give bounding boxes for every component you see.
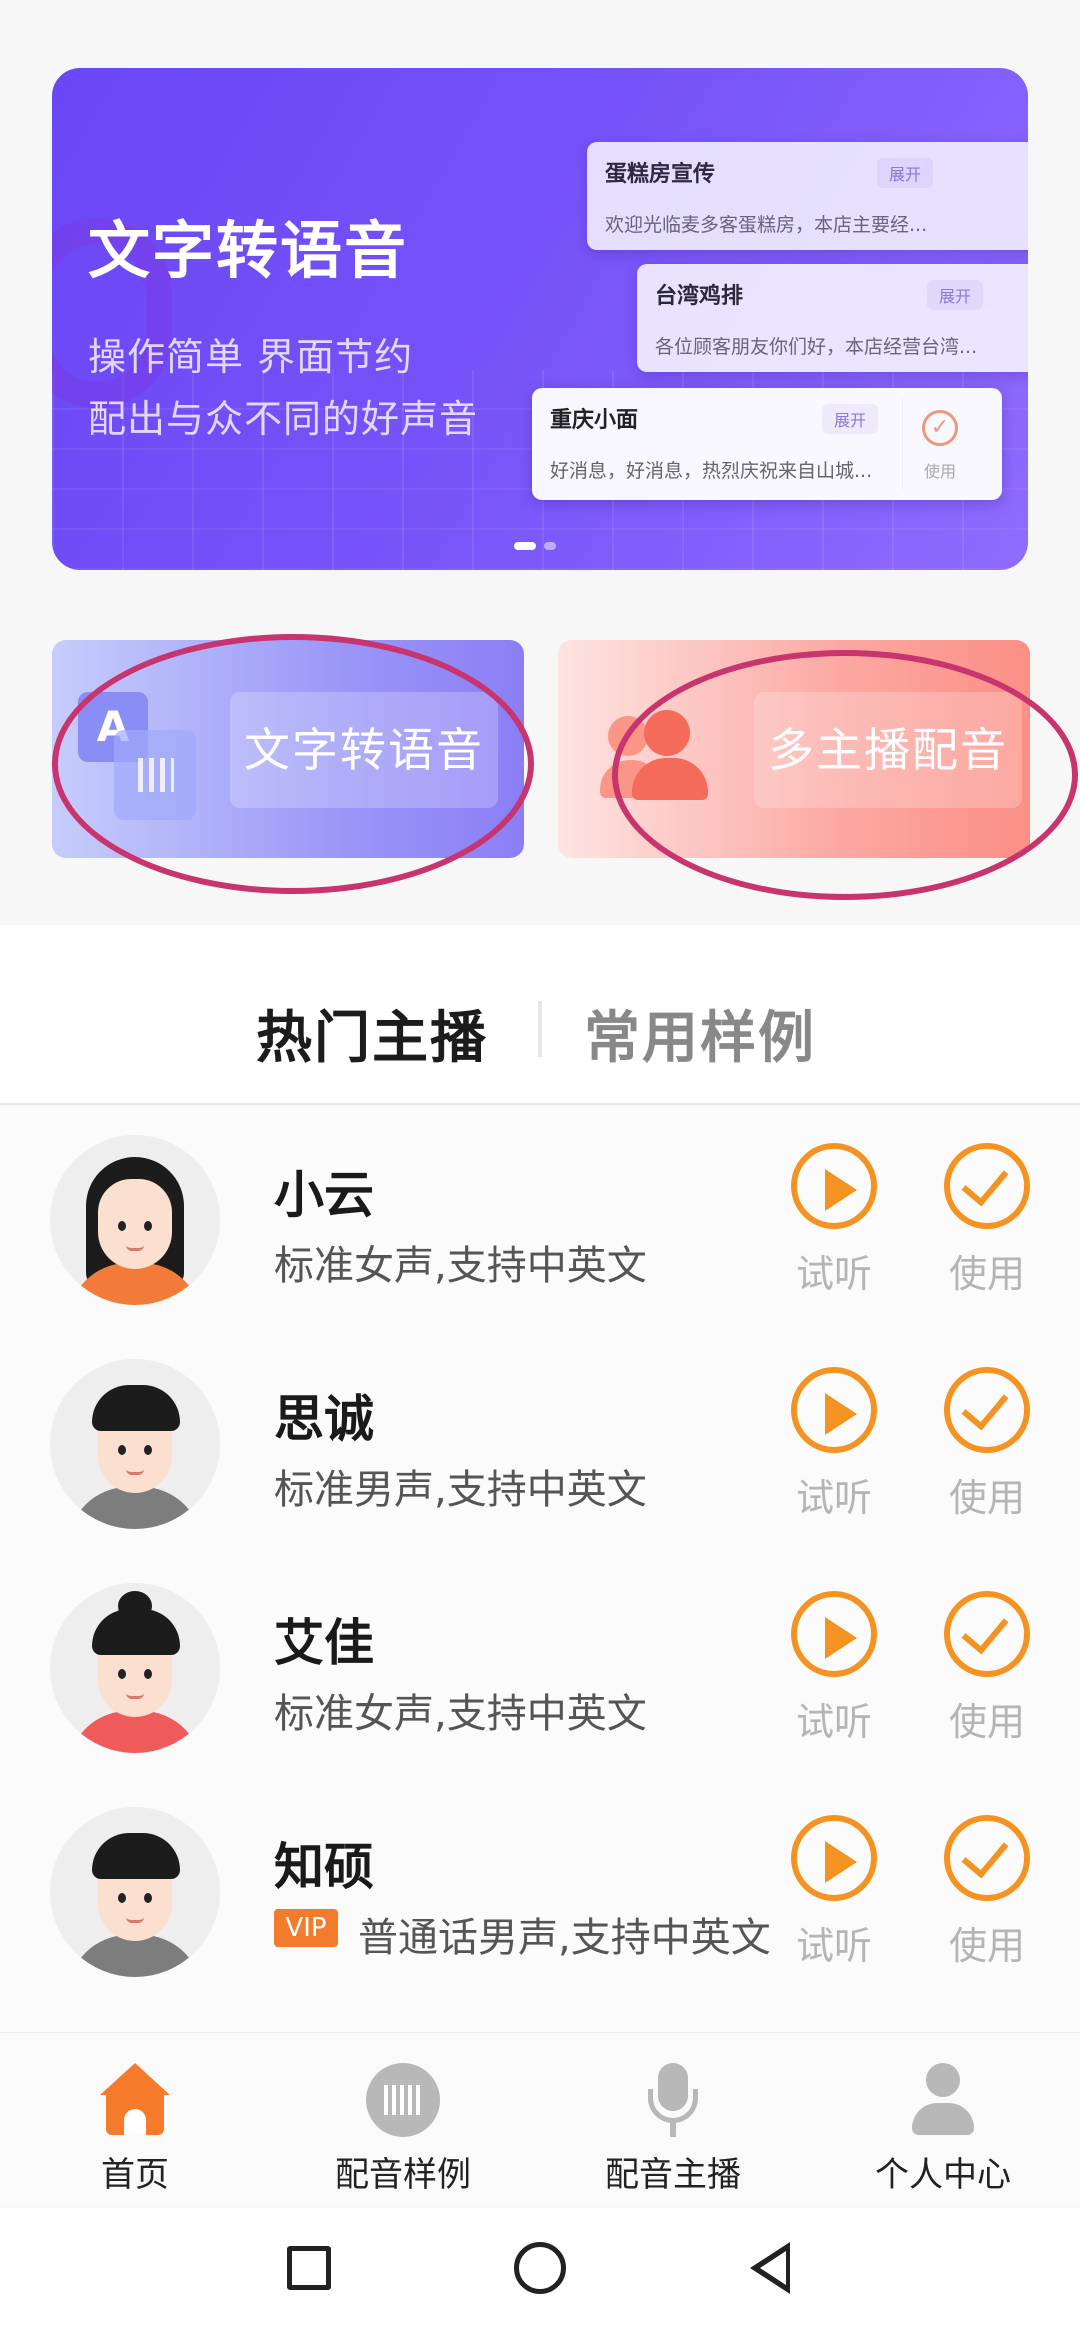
check-icon: ✓ — [922, 410, 958, 446]
sample-card-expand: 展开 — [927, 280, 984, 310]
nav-home[interactable]: 首页 — [35, 2063, 235, 2196]
sample-card-text: 欢迎光临麦多客蛋糕房，本店主要经... — [605, 214, 928, 236]
try-listen-label: 试听 — [795, 1924, 872, 1968]
check-icon — [944, 1591, 1030, 1677]
anchor-list: 小云 标准女声,支持中英文 试听 使用 思诚 标准男声,支持中英文 试听 使用 — [0, 1107, 1080, 2032]
try-listen-button[interactable]: 试听 — [784, 1367, 884, 1522]
nav-profile-label: 个人中心 — [875, 2155, 1011, 2195]
sound-wave-icon — [366, 2063, 440, 2137]
nav-anchors[interactable]: 配音主播 — [573, 2063, 773, 2196]
sample-card-title: 重庆小面 — [550, 408, 639, 433]
anchor-name: 知硕 — [274, 1838, 374, 1896]
recents-icon[interactable] — [287, 2246, 331, 2290]
try-listen-button[interactable]: 试听 — [784, 1143, 884, 1298]
try-listen-label: 试听 — [795, 1476, 872, 1520]
check-icon — [944, 1815, 1030, 1901]
list-item[interactable]: 小云 标准女声,支持中英文 试听 使用 — [0, 1107, 1080, 1331]
check-icon — [944, 1367, 1030, 1453]
use-label: 使用 — [948, 1924, 1025, 1968]
sample-card-title: 蛋糕房宣传 — [605, 162, 716, 187]
avatar — [50, 1359, 220, 1529]
sample-card-expand: 展开 — [877, 158, 934, 188]
play-icon — [791, 1143, 877, 1229]
banner-subtitle-2: 配出与众不同的好声音 — [88, 397, 479, 441]
anchor-description: 标准女声,支持中英文 — [274, 1691, 647, 1737]
tab-bar: 热门主播 常用样例 — [0, 925, 1080, 1105]
bottom-nav: 首页 配音样例 配音主播 个人中心 — [0, 2032, 1080, 2207]
use-label: 使用 — [948, 1700, 1025, 1744]
use-label: 使用 — [948, 1252, 1025, 1296]
use-button[interactable]: 使用 — [937, 1367, 1037, 1522]
sample-card-text: 好消息，好消息，热烈庆祝来自山城... — [550, 460, 873, 482]
list-item[interactable]: 艾佳 标准女声,支持中英文 试听 使用 — [0, 1555, 1080, 1779]
list-item[interactable]: 思诚 标准男声,支持中英文 试听 使用 — [0, 1331, 1080, 1555]
user-icon — [906, 2063, 980, 2137]
avatar — [50, 1583, 220, 1753]
pagination-dot-active — [514, 542, 536, 550]
anchor-name: 艾佳 — [274, 1614, 374, 1672]
use-button[interactable]: 使用 — [937, 1815, 1037, 1970]
nav-anchors-label: 配音主播 — [605, 2155, 741, 2195]
play-icon — [791, 1591, 877, 1677]
vip-badge: VIP — [274, 1909, 338, 1947]
anchor-description: 标准男声,支持中英文 — [274, 1467, 647, 1513]
anchor-name: 思诚 — [274, 1390, 374, 1448]
back-icon[interactable] — [750, 2242, 790, 2294]
try-listen-label: 试听 — [795, 1252, 872, 1296]
avatar — [50, 1807, 220, 1977]
banner-title: 文字转语音 — [88, 214, 409, 287]
nav-samples-label: 配音样例 — [335, 2155, 471, 2195]
banner-subtitle-1: 操作简单 界面节约 — [88, 335, 414, 379]
banner-sample-card: 台湾鸡排 展开 各位顾客朋友你们好，本店经营台湾... — [637, 264, 1028, 372]
nav-profile[interactable]: 个人中心 — [843, 2063, 1043, 2196]
use-button[interactable]: 使用 — [937, 1143, 1037, 1298]
use-button[interactable]: 使用 — [937, 1591, 1037, 1746]
try-listen-button[interactable]: 试听 — [784, 1815, 884, 1970]
sample-card-expand: 展开 — [822, 404, 879, 434]
sample-card-text: 各位顾客朋友你们好，本店经营台湾... — [655, 336, 978, 358]
tab-common-samples[interactable]: 常用样例 — [584, 993, 816, 1074]
list-item[interactable]: 知硕 VIP 普通话男声,支持中英文 试听 使用 — [0, 1779, 1080, 2003]
system-nav-bar — [0, 2208, 1080, 2327]
promo-banner[interactable]: 文字转语音 操作简单 界面节约 配出与众不同的好声音 蛋糕房宣传 展开 欢迎光临… — [52, 68, 1028, 570]
tab-separator — [538, 1001, 542, 1057]
divider — [0, 1103, 1080, 1105]
try-listen-button[interactable]: 试听 — [784, 1591, 884, 1746]
annotation-ellipse — [612, 650, 1078, 900]
play-icon — [791, 1815, 877, 1901]
anchor-description: 普通话男声,支持中英文 — [358, 1915, 771, 1961]
pagination-dot — [544, 542, 556, 550]
nav-home-label: 首页 — [101, 2155, 169, 2195]
banner-pagination — [514, 542, 556, 550]
microphone-icon — [636, 2063, 710, 2137]
anchor-description: 标准女声,支持中英文 — [274, 1243, 647, 1289]
home-circle-icon[interactable] — [514, 2242, 566, 2294]
avatar — [50, 1135, 220, 1305]
tab-hot-anchors[interactable]: 热门主播 — [256, 993, 488, 1074]
banner-sample-card: 重庆小面 展开 好消息，好消息，热烈庆祝来自山城... ✓ 使用 — [532, 388, 1002, 500]
try-listen-label: 试听 — [795, 1700, 872, 1744]
annotation-ellipse — [52, 634, 534, 894]
play-icon — [791, 1367, 877, 1453]
anchor-name: 小云 — [274, 1166, 374, 1224]
banner-sample-card: 蛋糕房宣传 展开 欢迎光临麦多客蛋糕房，本店主要经... — [587, 142, 1028, 250]
sample-card-use: 使用 — [924, 462, 957, 481]
nav-samples[interactable]: 配音样例 — [303, 2063, 503, 2196]
use-label: 使用 — [948, 1476, 1025, 1520]
home-icon — [98, 2063, 172, 2137]
check-icon — [944, 1143, 1030, 1229]
